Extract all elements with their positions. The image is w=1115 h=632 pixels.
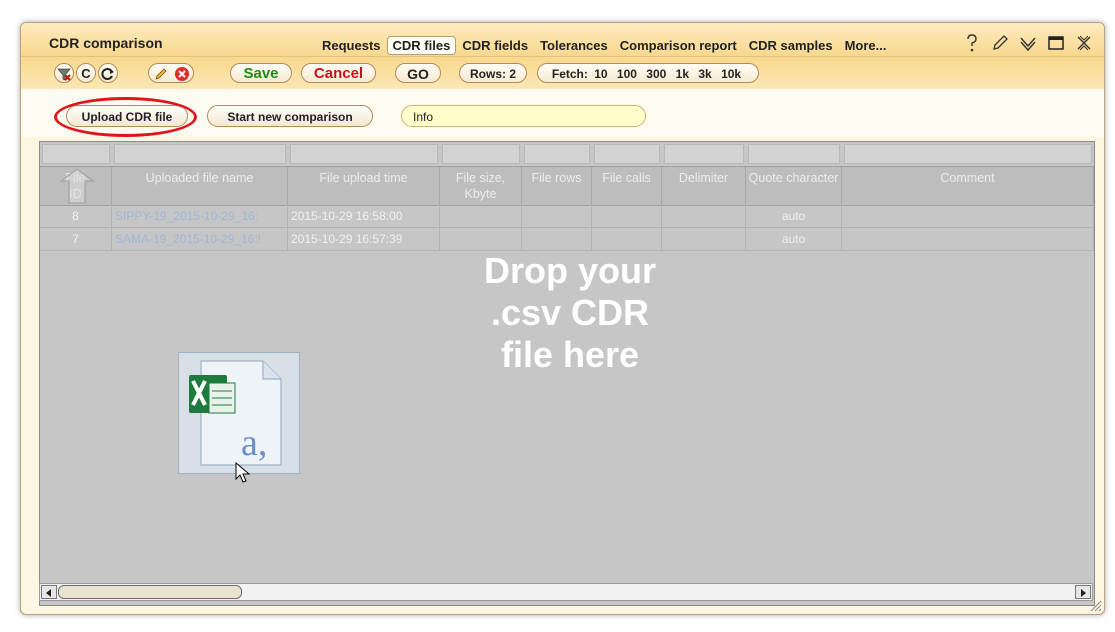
cell-file-name[interactable]: SIPPY-19_2015-10-29_16: (112, 205, 288, 227)
close-icon[interactable] (1074, 33, 1094, 53)
maximize-icon[interactable] (1046, 33, 1066, 53)
arrow-left-icon (46, 589, 51, 597)
cell-file-calls (592, 228, 662, 250)
table-header: File ID Uploaded file name File upload t… (40, 166, 1094, 206)
cdr-files-grid: File ID Uploaded file name File upload t… (39, 141, 1095, 606)
col-comment[interactable]: Comment (842, 167, 1094, 205)
cell-upload-time: 2015-10-29 16:58:00 (288, 205, 440, 227)
fetch-option-1k[interactable]: 1k (676, 67, 689, 81)
cdr-comparison-window: CDR comparison Requests CDR files CDR fi… (20, 22, 1105, 615)
edit-delete-group (148, 63, 194, 83)
fetch-option-300[interactable]: 300 (646, 67, 666, 81)
dragged-file-glyph: a, (241, 422, 267, 464)
col-quote-character[interactable]: Quote character (746, 167, 842, 205)
fetch-option-100[interactable]: 100 (617, 67, 637, 81)
filter-upload-time[interactable] (290, 144, 438, 164)
main-toolbar: C Save Cancel GO Rows: 2 Fetch: 10 100 3… (21, 57, 1104, 89)
filter-quote[interactable] (748, 144, 840, 164)
mouse-cursor-icon (235, 462, 251, 483)
cell-quote: auto (746, 228, 842, 250)
filter-file-name[interactable] (114, 144, 286, 164)
filter-file-id[interactable] (42, 144, 110, 164)
filter-delimiter[interactable] (664, 144, 744, 164)
col-file-rows[interactable]: File rows (522, 167, 592, 205)
cell-file-calls (592, 205, 662, 227)
drop-zone-message: Drop your .csv CDR file here (435, 250, 705, 376)
start-new-comparison-button[interactable]: Start new comparison (207, 105, 373, 127)
cell-file-name[interactable]: SAMA-19_2015-10-29_16:! (112, 228, 288, 250)
menu-more[interactable]: More... (839, 36, 893, 55)
filter-file-calls[interactable] (594, 144, 660, 164)
cancel-button[interactable]: Cancel (301, 63, 376, 83)
menu-tolerances[interactable]: Tolerances (534, 36, 614, 55)
highlight-circle (54, 97, 197, 137)
cell-file-size (440, 205, 522, 227)
collapse-chevron-icon[interactable] (1018, 33, 1038, 53)
table-row[interactable]: 8 SIPPY-19_2015-10-29_16: 2015-10-29 16:… (40, 205, 1094, 228)
clear-filter-button[interactable] (54, 63, 74, 83)
excel-csv-file-icon: a, (189, 360, 282, 466)
table-row[interactable]: 7 SAMA-19_2015-10-29_16:! 2015-10-29 16:… (40, 228, 1094, 251)
fetch-label: Fetch: (551, 67, 588, 81)
menu-cdr-fields[interactable]: CDR fields (456, 36, 534, 55)
scroll-right-button[interactable] (1075, 585, 1091, 599)
pencil-edit-icon[interactable] (153, 66, 169, 82)
rows-count: Rows: 2 (459, 63, 527, 83)
go-button[interactable]: GO (395, 63, 441, 83)
sort-arrow-icon (59, 168, 95, 204)
fetch-selector: Fetch: 10 100 300 1k 3k 10k (537, 63, 759, 83)
fetch-option-10[interactable]: 10 (594, 67, 607, 81)
filter-file-rows[interactable] (524, 144, 590, 164)
edit-pencil-icon[interactable] (990, 33, 1010, 53)
fetch-option-10k[interactable]: 10k (721, 67, 741, 81)
scroll-thumb[interactable] (58, 585, 242, 599)
refresh-button[interactable]: C (76, 63, 96, 83)
horizontal-scrollbar[interactable] (39, 583, 1093, 601)
filter-clear-icon (57, 68, 71, 81)
drop-zone-line-1: Drop your (483, 250, 656, 291)
drop-zone-line-2: .csv CDR (490, 292, 650, 333)
col-file-calls[interactable]: File calls (592, 167, 662, 205)
window-controls (962, 33, 1094, 53)
drop-zone-line-3: file here (500, 334, 640, 375)
col-delimiter[interactable]: Delimiter (662, 167, 746, 205)
dragged-file[interactable]: a, (178, 352, 300, 474)
title-bar: CDR comparison Requests CDR files CDR fi… (21, 23, 1104, 57)
window-title: CDR comparison (49, 35, 163, 51)
menu-comparison-report[interactable]: Comparison report (614, 36, 743, 55)
info-field: Info (401, 105, 646, 127)
filter-file-size[interactable] (442, 144, 520, 164)
fetch-option-3k[interactable]: 3k (698, 67, 711, 81)
delete-x-icon[interactable] (174, 66, 190, 82)
help-icon[interactable] (962, 33, 982, 53)
cell-comment (842, 228, 1094, 250)
cell-file-rows (522, 228, 592, 250)
reload-icon (101, 68, 114, 80)
reload-button[interactable] (98, 63, 118, 83)
menu-cdr-files[interactable]: CDR files (386, 36, 457, 55)
save-button[interactable]: Save (230, 63, 292, 83)
filter-comment[interactable] (844, 144, 1092, 164)
menu-cdr-samples[interactable]: CDR samples (743, 36, 839, 55)
cell-quote: auto (746, 205, 842, 227)
cell-delimiter (662, 205, 746, 227)
cell-delimiter (662, 228, 746, 250)
cell-file-id: 7 (40, 228, 112, 250)
menu-requests[interactable]: Requests (316, 36, 387, 55)
cell-file-rows (522, 205, 592, 227)
scroll-left-button[interactable] (41, 585, 57, 599)
cell-file-size (440, 228, 522, 250)
resize-grip-icon[interactable] (1088, 598, 1102, 612)
cell-file-id: 8 (40, 205, 112, 227)
filter-row (40, 144, 1094, 166)
col-file-size[interactable]: File size, Kbyte (440, 167, 522, 205)
top-menu: Requests CDR files CDR fields Tolerances… (316, 36, 892, 55)
cell-upload-time: 2015-10-29 16:57:39 (288, 228, 440, 250)
col-file-name[interactable]: Uploaded file name (112, 167, 288, 205)
cell-comment (842, 205, 1094, 227)
col-upload-time[interactable]: File upload time (288, 167, 440, 205)
